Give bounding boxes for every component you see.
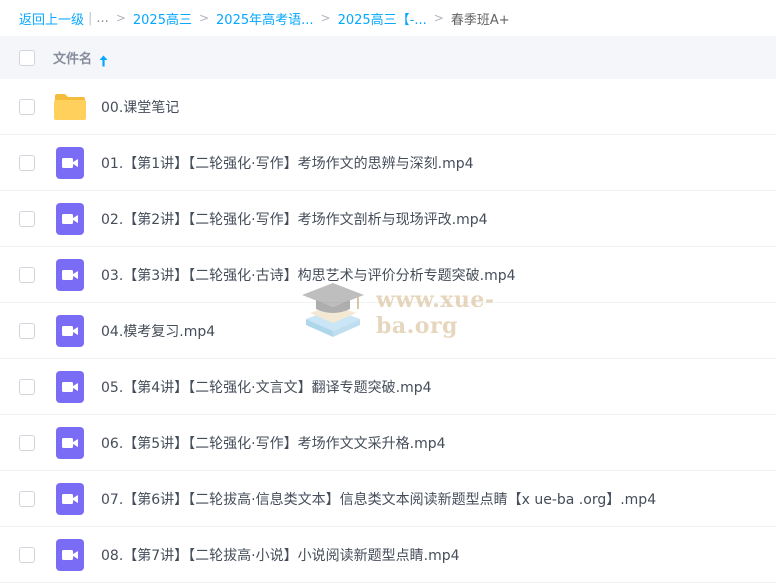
file-name[interactable]: 04.模考复习.mp4 [101,321,215,341]
video-file-icon [52,313,88,349]
row-checkbox[interactable] [19,434,35,451]
file-name[interactable]: 02.【第2讲】【二轮强化·写作】考场作文剖析与现场评改.mp4 [101,209,488,229]
row-checkbox[interactable] [19,490,35,507]
chevron-right-icon: > [320,11,331,25]
breadcrumb: 返回上一级 | ... > 2025高三 > 2025年高考语... > 202… [0,0,776,36]
video-file-icon [52,537,88,573]
file-list: 00.课堂笔记 01.【第1讲】【二轮强化·写作】考场作文的思辨与深刻.mp4 … [0,79,776,583]
file-name[interactable]: 08.【第7讲】【二轮拔高·小说】小说阅读新题型点睛.mp4 [101,545,460,565]
select-all-checkbox[interactable] [19,49,35,66]
folder-row[interactable]: 00.课堂笔记 [0,79,776,135]
breadcrumb-link-2[interactable]: 2025年高考语... [216,9,313,28]
video-file-icon [52,257,88,293]
file-row[interactable]: 03.【第3讲】【二轮强化·古诗】构思艺术与评价分析专题突破.mp4 [0,247,776,303]
file-row[interactable]: 05.【第4讲】【二轮强化·文言文】翻译专题突破.mp4 [0,359,776,415]
chevron-right-icon: > [115,11,126,25]
file-row[interactable]: 02.【第2讲】【二轮强化·写作】考场作文剖析与现场评改.mp4 [0,191,776,247]
file-row[interactable]: 08.【第7讲】【二轮拔高·小说】小说阅读新题型点睛.mp4 [0,527,776,583]
video-file-icon [52,201,88,237]
row-checkbox[interactable] [19,98,35,115]
row-checkbox[interactable] [19,210,35,227]
row-checkbox[interactable] [19,154,35,171]
chevron-right-icon: > [198,11,210,25]
file-name[interactable]: 03.【第3讲】【二轮强化·古诗】构思艺术与评价分析专题突破.mp4 [101,265,516,285]
chevron-right-icon: > [433,11,444,25]
row-checkbox[interactable] [19,266,35,283]
breadcrumb-link-1[interactable]: 2025高三 [133,9,192,28]
folder-icon [52,89,88,125]
column-header-filename[interactable]: 文件名 [53,48,92,67]
file-name[interactable]: 00.课堂笔记 [101,97,179,117]
breadcrumb-ellipsis[interactable]: ... [96,11,108,26]
row-checkbox[interactable] [19,546,35,563]
video-file-icon [52,425,88,461]
breadcrumb-divider: | [88,10,93,26]
breadcrumb-current: 春季班A+ [450,12,510,28]
row-checkbox[interactable] [19,378,35,395]
video-file-icon [52,145,88,181]
file-list-header: 文件名 [0,36,776,79]
file-name[interactable]: 05.【第4讲】【二轮强化·文言文】翻译专题突破.mp4 [101,377,432,397]
file-name[interactable]: 07.【第6讲】【二轮拔高·信息类文本】信息类文本阅读新题型点睛【x ue-ba… [101,489,656,509]
file-name[interactable]: 01.【第1讲】【二轮强化·写作】考场作文的思辨与深刻.mp4 [101,153,474,173]
arrow-up-icon[interactable] [99,52,108,66]
file-row[interactable]: 04.模考复习.mp4 [0,303,776,359]
file-row[interactable]: 01.【第1讲】【二轮强化·写作】考场作文的思辨与深刻.mp4 [0,135,776,191]
file-name[interactable]: 06.【第5讲】【二轮强化·写作】考场作文文采升格.mp4 [101,433,446,453]
file-browser: 返回上一级 | ... > 2025高三 > 2025年高考语... > 202… [0,0,776,586]
video-file-icon [52,481,88,517]
file-row[interactable]: 07.【第6讲】【二轮拔高·信息类文本】信息类文本阅读新题型点睛【x ue-ba… [0,471,776,527]
breadcrumb-link-3[interactable]: 2025高三【-... [338,9,427,28]
file-row[interactable]: 06.【第5讲】【二轮强化·写作】考场作文文采升格.mp4 [0,415,776,471]
video-file-icon [52,369,88,405]
back-link[interactable]: 返回上一级 [19,9,84,28]
row-checkbox[interactable] [19,322,35,339]
